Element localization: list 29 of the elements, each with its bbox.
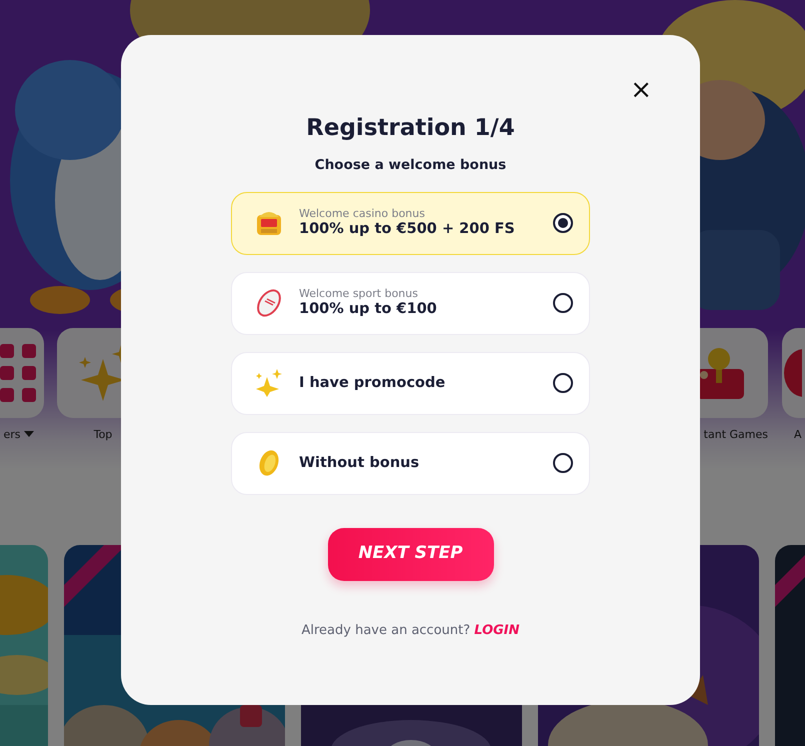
modal-title: Registration 1/4 <box>306 115 515 143</box>
login-link[interactable]: LOGIN <box>474 622 520 638</box>
bonus-option[interactable]: Without bonus <box>231 432 590 495</box>
option-label: Welcome casino bonus <box>299 207 425 220</box>
category-label: ers <box>3 428 20 441</box>
option-title: Without bonus <box>299 454 420 473</box>
next-step-button[interactable]: NEXT STEP <box>328 528 494 581</box>
radio-button[interactable] <box>553 213 573 234</box>
login-prompt: Already have an account? LOGIN <box>301 622 520 640</box>
option-label: Welcome sport bonus <box>299 287 418 300</box>
option-title: I have promocode <box>299 374 446 393</box>
radio-button[interactable] <box>553 293 573 314</box>
modal-subtitle: Choose a welcome bonus <box>314 156 506 175</box>
bonus-option[interactable]: Welcome casino bonus 100% up to €500 + 200 FS <box>231 192 590 255</box>
dots-grid-icon <box>0 344 36 402</box>
category-label: tant Games <box>704 428 768 441</box>
close-button[interactable]: × <box>626 77 656 103</box>
category-label: A <box>794 428 802 441</box>
option-title: 100% up to €100 <box>299 300 437 320</box>
radio-button[interactable] <box>553 453 573 474</box>
category-label: Top <box>94 428 112 441</box>
rugby-ball-icon <box>255 289 283 318</box>
option-title: 100% up to €500 + 200 FS <box>299 220 515 240</box>
slot-machine-icon <box>255 209 283 238</box>
bonus-option[interactable]: I have promocode <box>231 352 590 415</box>
blob-icon <box>782 347 802 399</box>
sparkles-icon <box>255 369 283 398</box>
bonus-option[interactable]: Welcome sport bonus 100% up to €100 <box>231 272 590 335</box>
radio-button[interactable] <box>553 373 573 394</box>
